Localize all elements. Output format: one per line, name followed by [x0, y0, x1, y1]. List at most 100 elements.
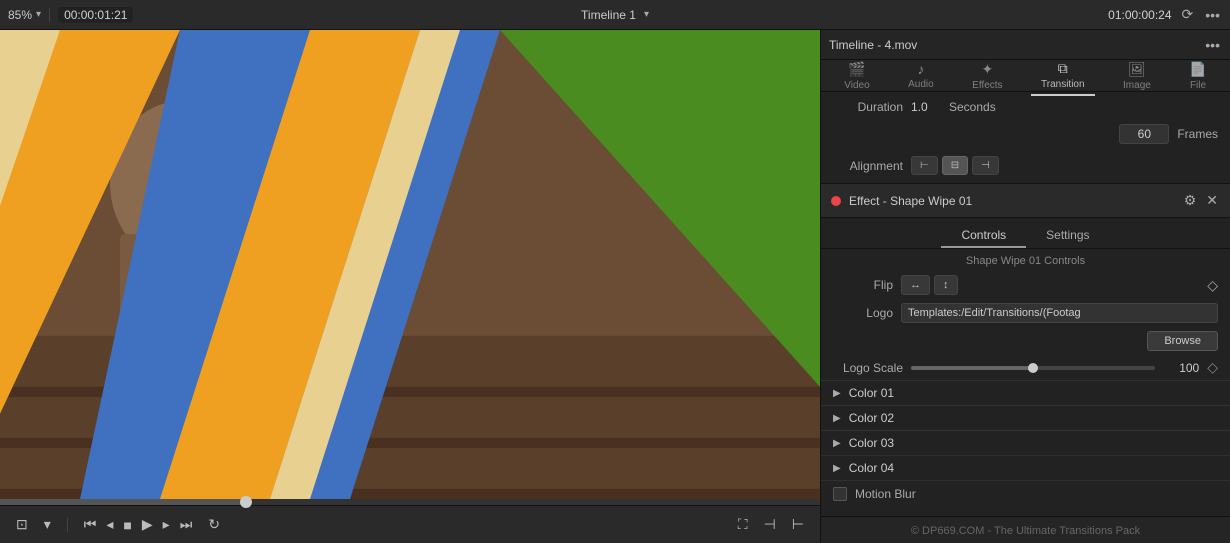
top-bar-right: 01:00:00:24 ⟳ •••	[1062, 4, 1222, 25]
sync-icon[interactable]: ⟳	[1180, 4, 1196, 25]
color-02-label: Color 02	[849, 411, 894, 425]
timeline-dropdown-icon[interactable]: ▾	[644, 9, 649, 20]
timecode-left[interactable]: 00:00:01:21	[58, 7, 133, 23]
view-toggle-button[interactable]: ⊡	[12, 512, 32, 537]
view-dropdown-button[interactable]: ▾	[40, 512, 55, 537]
top-bar-center: Timeline 1 ▾	[168, 8, 1062, 22]
tab-effects[interactable]: ✦ Effects	[962, 57, 1012, 95]
video-tab-icon: 🎬	[848, 61, 865, 78]
stop-button[interactable]: ■	[119, 513, 135, 537]
panel-header: Timeline - 4.mov •••	[821, 30, 1230, 60]
section-title: Shape Wipe 01 Controls	[821, 249, 1230, 271]
image-tab-label: Image	[1123, 80, 1151, 91]
duration-row: Duration 1.0 Seconds	[821, 92, 1230, 122]
step-forward-button[interactable]: ▸	[159, 512, 174, 537]
align-right-button[interactable]: ⊣	[972, 156, 999, 175]
color-04-row[interactable]: ▶ Color 04	[821, 455, 1230, 480]
video-canvas	[0, 30, 820, 499]
tab-transition[interactable]: ⧉ Transition	[1031, 56, 1095, 96]
controls-tab[interactable]: Controls	[941, 224, 1026, 248]
duration-label: Duration	[833, 100, 903, 114]
tab-audio[interactable]: ♪ Audio	[898, 57, 944, 94]
tabs-row: 🎬 Video ♪ Audio ✦ Effects ⧉ Transition 🖼…	[821, 60, 1230, 92]
zoom-value[interactable]: 85%	[8, 8, 32, 22]
effects-tab-icon: ✦	[981, 61, 993, 78]
bottom-controls: ⊡ ▾ ⏮ ◂ ■ ▶ ▸ ⏭ ↻ ⛶ ⊣ ⊢	[0, 505, 820, 543]
alignment-row: Alignment ⊢ ⊟ ⊣	[821, 152, 1230, 183]
video-progress-bar[interactable]	[0, 499, 820, 505]
go-to-end-button[interactable]: ⏭	[176, 512, 197, 537]
duration-unit: Seconds	[949, 100, 996, 114]
effect-settings-icon[interactable]: ⚙	[1182, 190, 1199, 211]
color-03-chevron-icon: ▶	[833, 438, 841, 449]
transition-tab-label: Transition	[1041, 79, 1085, 90]
browse-button[interactable]: Browse	[1147, 331, 1218, 351]
panel-footer: © DP669.COM - The Ultimate Transitions P…	[821, 516, 1230, 543]
more-options-icon[interactable]: •••	[1203, 5, 1222, 25]
video-preview: ⊡ ▾ ⏮ ◂ ■ ▶ ▸ ⏭ ↻ ⛶ ⊣ ⊢	[0, 30, 820, 543]
color-01-label: Color 01	[849, 386, 894, 400]
panel-header-icons: •••	[1203, 35, 1222, 55]
browse-row: Browse	[821, 327, 1230, 355]
top-bar-left: 85% ▾ 00:00:01:21	[8, 7, 168, 23]
effect-close-icon[interactable]: ✕	[1204, 190, 1220, 211]
loop-button[interactable]: ↻	[204, 512, 224, 537]
align-left-button[interactable]: ⊢	[911, 156, 938, 175]
tab-image[interactable]: 🖼 Image	[1113, 57, 1161, 95]
timecode-right: 01:00:00:24	[1108, 8, 1171, 22]
logo-path-display: Templates:/Edit/Transitions/(Footag	[901, 303, 1218, 323]
color-03-label: Color 03	[849, 436, 894, 450]
flip-buttons: ↔ ↕	[901, 275, 958, 295]
logo-scale-label: Logo Scale	[833, 361, 903, 375]
frames-label: Frames	[1177, 127, 1218, 141]
alignment-label: Alignment	[833, 159, 903, 173]
step-back-button[interactable]: ◂	[102, 512, 117, 537]
file-tab-label: File	[1190, 80, 1206, 91]
align-center-button[interactable]: ⊟	[942, 156, 968, 175]
logo-scale-slider[interactable]	[911, 366, 1155, 370]
motion-blur-row: Motion Blur	[821, 480, 1230, 507]
flip-reset-icon[interactable]: ◇	[1207, 277, 1218, 294]
color-01-row[interactable]: ▶ Color 01	[821, 380, 1230, 405]
frames-row: Frames	[821, 122, 1230, 152]
audio-tab-label: Audio	[908, 79, 934, 90]
video-tab-label: Video	[844, 80, 869, 91]
zoom-arrow: ▾	[36, 9, 41, 20]
duration-value: 1.0	[911, 100, 941, 114]
color-01-chevron-icon: ▶	[833, 388, 841, 399]
flip-row: Flip ↔ ↕ ◇	[821, 271, 1230, 299]
audio-tab-icon: ♪	[917, 61, 924, 77]
flip-horizontal-button[interactable]: ↔	[901, 275, 930, 295]
image-tab-icon: 🖼	[1128, 61, 1146, 78]
motion-blur-label: Motion Blur	[855, 487, 916, 501]
alignment-buttons: ⊢ ⊟ ⊣	[911, 156, 999, 175]
flip-label: Flip	[833, 278, 893, 292]
motion-blur-checkbox[interactable]	[833, 487, 847, 501]
right-panel: Timeline - 4.mov ••• 🎬 Video ♪ Audio ✦ E…	[820, 30, 1230, 543]
playback-controls: ⏮ ◂ ■ ▶ ▸ ⏭	[80, 512, 197, 537]
transition-tab-icon: ⧉	[1058, 60, 1068, 77]
effect-header: Effect - Shape Wipe 01 ⚙ ✕	[821, 183, 1230, 218]
flip-vertical-button[interactable]: ↕	[934, 275, 958, 295]
logo-scale-value: 100	[1163, 361, 1199, 375]
tab-file[interactable]: 📄 File	[1179, 57, 1216, 95]
clip-end-button[interactable]: ⊣	[760, 512, 780, 537]
logo-scale-reset-icon[interactable]: ◇	[1207, 359, 1218, 376]
logo-label: Logo	[833, 306, 893, 320]
clip-start-button[interactable]: ⊢	[788, 512, 808, 537]
footer-text: © DP669.COM - The Ultimate Transitions P…	[911, 525, 1140, 537]
fullscreen-button[interactable]: ⛶	[734, 512, 752, 537]
frames-input[interactable]	[1119, 124, 1169, 144]
color-03-row[interactable]: ▶ Color 03	[821, 430, 1230, 455]
timeline-name: Timeline 1	[581, 8, 636, 22]
settings-tab[interactable]: Settings	[1026, 224, 1109, 248]
play-button[interactable]: ▶	[138, 512, 157, 537]
main-content: ⊡ ▾ ⏮ ◂ ■ ▶ ▸ ⏭ ↻ ⛶ ⊣ ⊢ Timeline - 4.mov…	[0, 30, 1230, 543]
logo-row: Logo Templates:/Edit/Transitions/(Footag	[821, 299, 1230, 327]
color-02-row[interactable]: ▶ Color 02	[821, 405, 1230, 430]
tab-video[interactable]: 🎬 Video	[834, 57, 879, 95]
effects-tab-label: Effects	[972, 80, 1002, 91]
go-to-start-button[interactable]: ⏮	[80, 512, 101, 537]
panel-options-icon[interactable]: •••	[1203, 35, 1222, 55]
effect-active-dot[interactable]	[831, 196, 841, 206]
